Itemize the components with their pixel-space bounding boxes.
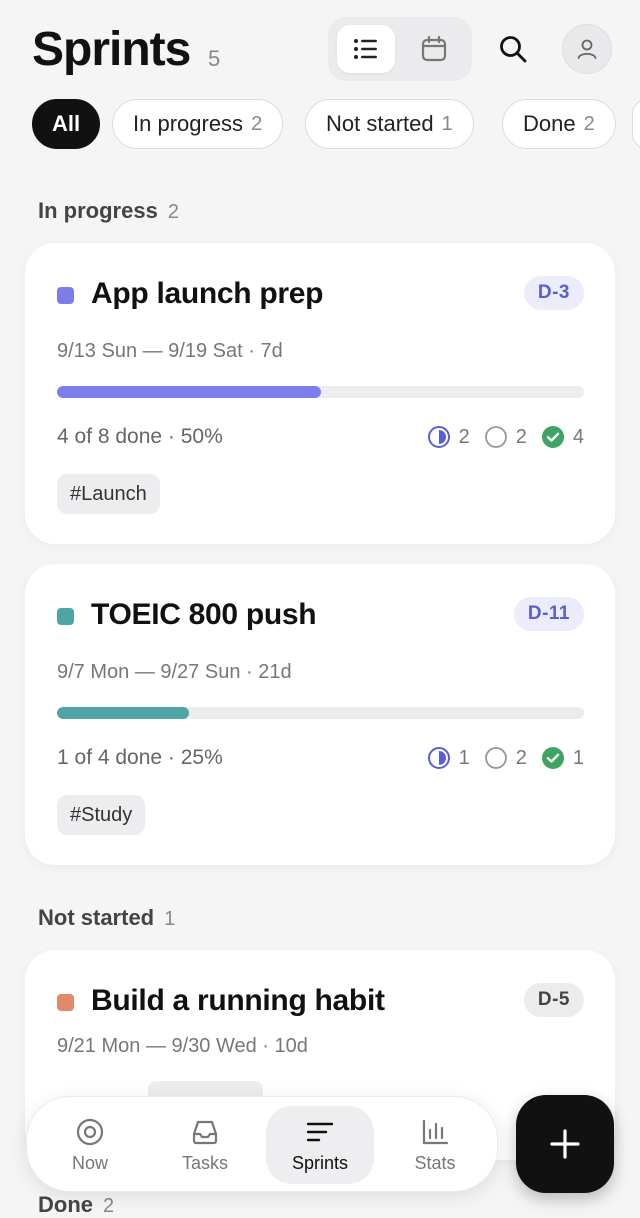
dday-badge: D-3 (523, 276, 584, 310)
avatar[interactable] (562, 24, 612, 74)
sprint-name: TOEIC 800 push (91, 598, 317, 631)
filter-chip-label: Not started (326, 111, 434, 136)
check-circle-icon (541, 426, 564, 448)
todo-count: 2 (484, 746, 527, 770)
bottom-nav: Now Tasks Sprints Stats (26, 1096, 498, 1192)
filter-chip-done[interactable]: Done 2 (502, 99, 616, 149)
calendar-view-button[interactable] (405, 25, 463, 73)
dday-badge: D-11 (513, 597, 584, 631)
section-header-done: Done 2 (38, 1192, 114, 1218)
bar-chart-icon (422, 1119, 449, 1144)
nav-item-sprints[interactable]: Sprints (266, 1106, 374, 1184)
completed-value: 4 (572, 425, 584, 448)
dday-badge: D-5 (523, 983, 584, 1017)
user-icon (577, 39, 597, 59)
done-summary: 1 of 4 done · 25% (57, 746, 223, 769)
progress-fill (57, 707, 189, 719)
list-view-button[interactable] (337, 25, 395, 73)
sprint-card[interactable]: TOEIC 800 push D-11 9/7 Mon — 9/27 Sun ·… (25, 564, 615, 865)
filter-chip-count: 1 (441, 112, 453, 135)
sprint-dates: 9/7 Mon — 9/27 Sun · 21d (57, 661, 292, 683)
completed-value: 1 (572, 746, 584, 769)
task-status-counts: 2 2 4 (413, 425, 584, 449)
check-circle-icon (541, 747, 564, 769)
plus-icon (550, 1129, 580, 1159)
completed-count: 1 (541, 746, 584, 770)
nav-label: Stats (414, 1152, 456, 1173)
section-label: In progress (38, 198, 158, 223)
sprint-count: 5 (208, 46, 221, 71)
filter-chip-count: 2 (251, 112, 263, 135)
done-summary: 4 of 8 done · 50% (57, 425, 223, 448)
todo-count: 2 (484, 425, 527, 449)
nav-item-stats[interactable]: Stats (381, 1106, 489, 1184)
in-progress-count: 2 (427, 425, 470, 449)
sprint-color-dot (57, 608, 74, 625)
progress-fill (57, 386, 321, 398)
sprint-dates: 9/13 Sun — 9/19 Sat · 7d (57, 340, 283, 362)
todo-value: 2 (515, 746, 527, 769)
filter-chip-label: In progress (133, 111, 244, 136)
page-title: Sprints (32, 23, 191, 76)
filter-chip-not-started[interactable]: Not started 1 (305, 99, 474, 149)
filter-chip-label: Done (523, 111, 576, 136)
search-button[interactable] (490, 26, 536, 72)
section-header-not-started: Not started 1 (38, 905, 175, 931)
filter-chip-count: 2 (583, 112, 595, 135)
add-sprint-button[interactable] (516, 1095, 614, 1193)
lines-icon (306, 1122, 334, 1141)
filter-chip-in-progress[interactable]: In progress 2 (112, 99, 284, 149)
filter-chip-overflow[interactable] (632, 99, 640, 149)
nav-label: Tasks (181, 1152, 228, 1173)
empty-circle-icon (484, 747, 507, 769)
half-circle-icon (427, 747, 450, 769)
progress-bar (57, 386, 584, 398)
sprint-name: Build a running habit (91, 984, 385, 1017)
section-header-in-progress: In progress 2 (38, 198, 179, 224)
calendar-icon (421, 36, 447, 62)
todo-value: 2 (515, 425, 527, 448)
sprint-tag[interactable]: #Launch (57, 474, 160, 514)
completed-count: 4 (541, 425, 584, 449)
filter-chip-label: All (51, 111, 81, 136)
search-icon (500, 36, 527, 63)
filter-chip-all[interactable]: All (32, 99, 100, 149)
list-icon (354, 39, 377, 59)
section-count: 2 (167, 201, 179, 223)
sprint-card[interactable]: App launch prep D-3 9/13 Sun — 9/19 Sat … (25, 243, 615, 544)
section-label: Done (38, 1192, 93, 1217)
progress-bar (57, 707, 584, 719)
sprint-color-dot (57, 994, 74, 1011)
view-toggle (328, 17, 472, 81)
sprint-tag[interactable]: #Study (57, 795, 146, 835)
half-circle-icon (427, 426, 450, 448)
sprint-dates: 9/21 Mon — 9/30 Wed · 10d (57, 1035, 308, 1057)
nav-item-tasks[interactable]: Tasks (151, 1106, 259, 1184)
nav-item-now[interactable]: Now (36, 1106, 144, 1184)
task-status-counts: 1 2 1 (413, 746, 584, 770)
sprint-name: App launch prep (91, 277, 324, 310)
filter-chips: All In progress 2 Not started 1 Done 2 (0, 99, 640, 151)
section-count: 2 (103, 1195, 115, 1217)
in-progress-value: 1 (458, 746, 470, 769)
nav-label: Sprints (291, 1152, 349, 1173)
inbox-icon (192, 1120, 218, 1144)
in-progress-count: 1 (427, 746, 470, 770)
sprint-color-dot (57, 287, 74, 304)
in-progress-value: 2 (458, 425, 470, 448)
target-icon (76, 1118, 104, 1145)
header: Sprints 5 (0, 0, 640, 90)
section-count: 1 (164, 908, 176, 930)
empty-circle-icon (484, 426, 507, 448)
section-label: Not started (38, 905, 155, 930)
nav-label: Now (71, 1152, 108, 1173)
